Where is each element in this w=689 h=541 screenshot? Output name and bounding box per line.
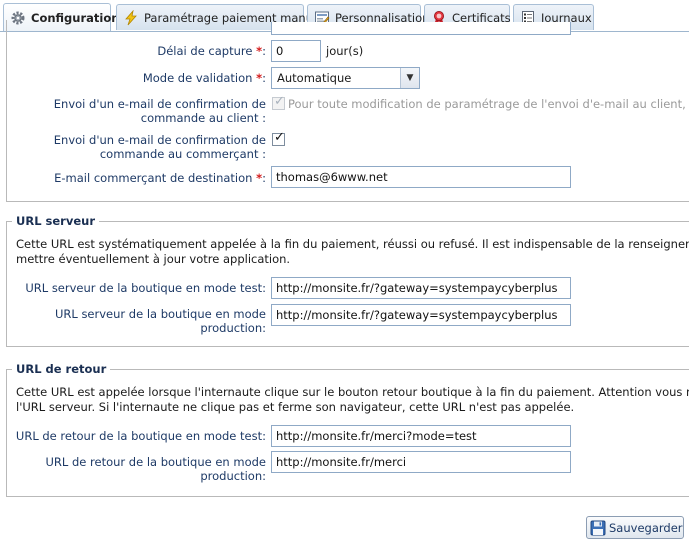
email-merchant-checkbox[interactable]: ✓ xyxy=(272,130,285,146)
checkmark-icon: ✓ xyxy=(274,94,285,109)
url-retour-prod-label: URL de retour de la boutique en mode pro… xyxy=(45,455,266,483)
save-button[interactable]: Sauvegarder xyxy=(586,516,684,539)
scrolled-field-partial[interactable] xyxy=(271,22,571,35)
email-client-note: Pour toute modification de paramétrage d… xyxy=(288,97,689,111)
mode-validation-select[interactable]: Automatique ▼ xyxy=(271,67,420,89)
url-retour-test-input[interactable] xyxy=(271,425,571,447)
delai-capture-label: Délai de capture *: xyxy=(157,44,266,58)
email-destination-label: E-mail commerçant de destination *: xyxy=(54,171,266,185)
chevron-down-icon[interactable]: ▼ xyxy=(400,68,419,88)
url-retour-description: Cette URL est appelée lorsque l'internau… xyxy=(16,385,689,414)
url-serveur-legend: URL serveur xyxy=(12,214,99,228)
checkmark-icon: ✓ xyxy=(274,130,285,145)
url-serveur-test-input[interactable] xyxy=(271,277,571,299)
email-destination-input[interactable] xyxy=(271,166,571,188)
delai-capture-input[interactable] xyxy=(271,40,321,62)
mode-validation-value: Automatique xyxy=(277,71,352,85)
url-serveur-prod-label: URL serveur de la boutique en mode produ… xyxy=(54,307,266,335)
mode-validation-label: Mode de validation *: xyxy=(142,71,266,85)
url-serveur-description: Cette URL est systématiquement appelée à… xyxy=(16,237,689,266)
url-serveur-test-label: URL serveur de la boutique en mode test: xyxy=(25,281,266,295)
email-client-label: Envoi d'un e-mail de confirmation de com… xyxy=(53,97,266,125)
url-serveur-prod-input[interactable] xyxy=(271,304,571,326)
url-retour-legend: URL de retour xyxy=(12,362,111,376)
url-retour-test-label: URL de retour de la boutique en mode tes… xyxy=(15,429,266,443)
email-merchant-label: Envoi d'un e-mail de confirmation de com… xyxy=(53,133,266,161)
save-button-label: Sauvegarder xyxy=(609,520,683,535)
email-client-checkbox[interactable]: ✓ xyxy=(272,94,285,110)
url-retour-prod-input[interactable] xyxy=(271,451,571,473)
delai-unit: jour(s) xyxy=(326,44,364,58)
floppy-disk-icon xyxy=(590,520,606,535)
